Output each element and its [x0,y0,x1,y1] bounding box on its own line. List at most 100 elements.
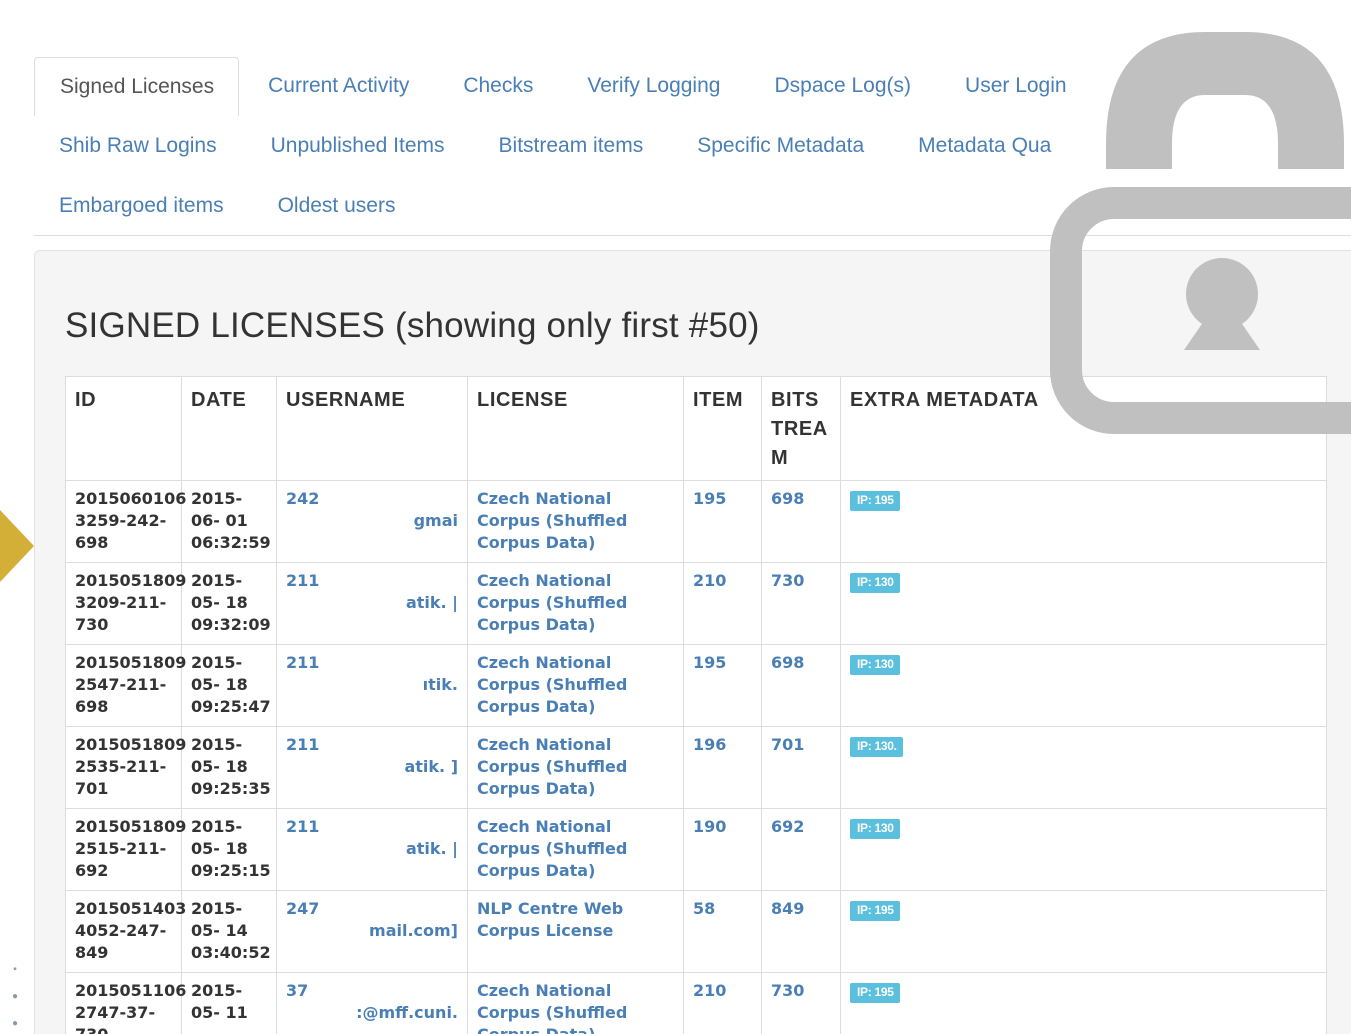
cell-item-link[interactable]: 190 [683,808,762,891]
cell-extra-metadata: IP: 130 [840,562,1327,645]
cell-id: 2015051809 2547-211- 698 [65,644,186,727]
tab-checks[interactable]: Checks [436,57,560,115]
cell-item-link[interactable]: 58 [683,890,762,973]
cell-bitstream-link[interactable]: 730 [761,562,841,645]
cell-username-link[interactable]: 211 atik. | [276,562,468,645]
padlock-user-icon [1050,32,1351,434]
cell-extra-metadata: IP: 195 [840,480,1327,563]
tab-verify-logging[interactable]: Verify Logging [560,57,747,115]
cell-bitstream-link[interactable]: 730 [761,972,841,1034]
tab-current-activity[interactable]: Current Activity [241,57,436,115]
cell-bitstream-link[interactable]: 701 [761,726,841,809]
cell-license-link[interactable]: Czech National Corpus (Shuffled Corpus D… [467,562,684,645]
table-row: 2015051809 2547-211- 698 2015-05- 18 09:… [65,644,1327,727]
ip-badge: IP: 130 [850,655,900,675]
username-email[interactable]: atik. ] [286,756,458,778]
cell-username-link[interactable]: 211 atik. | [276,808,468,891]
table-row: 2015060106 3259-242- 698 2015-06- 01 06:… [65,480,1327,563]
cell-license-link[interactable]: Czech National Corpus (Shuffled Corpus D… [467,644,684,727]
tab-oldest-users[interactable]: Oldest users [251,177,423,235]
cell-extra-metadata: IP: 130 [840,808,1327,891]
cell-bitstream-link[interactable]: 692 [761,808,841,891]
table-row: 2015051809 2515-211- 692 2015-05- 18 09:… [65,808,1327,891]
username-id[interactable]: 37 [286,980,458,1002]
cell-license-link[interactable]: Czech National Corpus (Shuffled Corpus D… [467,808,684,891]
cell-item-link[interactable]: 196 [683,726,762,809]
tab-bitstream-items[interactable]: Bitstream items [472,117,671,175]
cell-id: 2015051809 2515-211- 692 [65,808,186,891]
cell-bitstream-link[interactable]: 698 [761,480,841,563]
cell-username-link[interactable]: 211 atik. ] [276,726,468,809]
username-email[interactable]: :@mff.cuni. [286,1002,458,1024]
ip-badge: IP: 195 [850,491,900,511]
cell-date: 2015-05- 18 09:25:47 [181,644,277,727]
cell-id: 2015051809 2535-211- 701 [65,726,186,809]
cell-license-link[interactable]: Czech National Corpus (Shuffled Corpus D… [467,726,684,809]
tab-specific-metadata[interactable]: Specific Metadata [670,117,891,175]
cell-date: 2015-05- 18 09:32:09 [181,562,277,645]
cell-extra-metadata: IP: 130 [840,644,1327,727]
cell-date: 2015-05- 18 09:25:15 [181,808,277,891]
ip-badge: IP: 130 [850,819,900,839]
cell-username-link[interactable]: 247 mail.com] [276,890,468,973]
cell-bitstream-link[interactable]: 698 [761,644,841,727]
username-id[interactable]: 211 [286,570,458,592]
tab-dspace-logs[interactable]: Dspace Log(s) [747,57,938,115]
cell-extra-metadata: IP: 195 [840,890,1327,973]
ip-badge: IP: 195 [850,983,900,1003]
tab-unpublished-items[interactable]: Unpublished Items [244,117,472,175]
cell-date: 2015-06- 01 06:32:59 [181,480,277,563]
cell-license-link[interactable]: Czech National Corpus (Shuffled Corpus D… [467,480,684,563]
nav-row-1: Signed Licenses Current Activity Checks … [34,56,1094,116]
tab-embargoed-items[interactable]: Embargoed items [34,177,251,235]
cell-extra-metadata: IP: 195 [840,972,1327,1034]
cell-item-link[interactable]: 195 [683,480,762,563]
column-header-bitstream[interactable]: BITS TREA M [761,376,841,481]
column-header-license[interactable]: LICENSE [467,376,684,481]
cell-license-link[interactable]: NLP Centre Web Corpus License [467,890,684,973]
cell-id: 2015051403 4052-247- 849 [65,890,186,973]
username-email[interactable]: gmai [286,510,458,532]
username-email[interactable]: atik. | [286,592,458,614]
username-id[interactable]: 211 [286,816,458,838]
page-root: Signed Licenses Current Activity Checks … [0,0,1351,1034]
cell-date: 2015-05- 18 09:25:35 [181,726,277,809]
column-header-item[interactable]: ITEM [683,376,762,481]
side-dots-icon: ▪ ● ● [11,964,19,1029]
table-row: 2015051106 2747-37-730 2015-05- 11 37:@m… [65,972,1327,1034]
cell-date: 2015-05- 11 [181,972,277,1034]
username-id[interactable]: 211 [286,652,458,674]
username-email[interactable]: ıtik. [286,674,458,696]
username-id[interactable]: 242 [286,488,458,510]
cell-license-link[interactable]: Czech National Corpus (Shuffled Corpus D… [467,972,684,1034]
cell-id: 2015060106 3259-242- 698 [65,480,186,563]
pointer-arrow-icon [0,510,34,582]
username-id[interactable]: 211 [286,734,458,756]
table-row: 2015051809 2535-211- 701 2015-05- 18 09:… [65,726,1327,809]
tab-shib-raw-logins[interactable]: Shib Raw Logins [34,117,244,175]
column-header-id[interactable]: ID [65,376,182,481]
cell-item-link[interactable]: 210 [683,562,762,645]
cell-bitstream-link[interactable]: 849 [761,890,841,973]
cell-extra-metadata: IP: 130. [840,726,1327,809]
column-header-date[interactable]: DATE [181,376,277,481]
ip-badge: IP: 130. [850,737,903,757]
ip-badge: IP: 130 [850,573,900,593]
cell-username-link[interactable]: 211 ıtik. [276,644,468,727]
username-email[interactable]: mail.com] [286,920,458,942]
username-email[interactable]: atik. | [286,838,458,860]
nav-row-2: Shib Raw Logins Unpublished Items Bitstr… [34,117,1078,175]
table-row: 2015051809 3209-211- 730 2015-05- 18 09:… [65,562,1327,645]
cell-date: 2015-05- 14 03:40:52 [181,890,277,973]
cell-username-link[interactable]: 37:@mff.cuni. [276,972,468,1034]
table-row: 2015051403 4052-247- 849 2015-05- 14 03:… [65,890,1327,973]
cell-item-link[interactable]: 195 [683,644,762,727]
cell-id: 2015051106 2747-37-730 [65,972,186,1034]
username-id[interactable]: 247 [286,898,458,920]
cell-item-link[interactable]: 210 [683,972,762,1034]
tab-signed-licenses[interactable]: Signed Licenses [34,56,240,116]
nav-row-3: Embargoed items Oldest users [34,177,422,235]
signed-licenses-table: ID DATE USERNAME LICENSE ITEM BITS TREA … [65,376,1327,1034]
column-header-username[interactable]: USERNAME [276,376,468,481]
cell-username-link[interactable]: 242 gmai [276,480,468,563]
